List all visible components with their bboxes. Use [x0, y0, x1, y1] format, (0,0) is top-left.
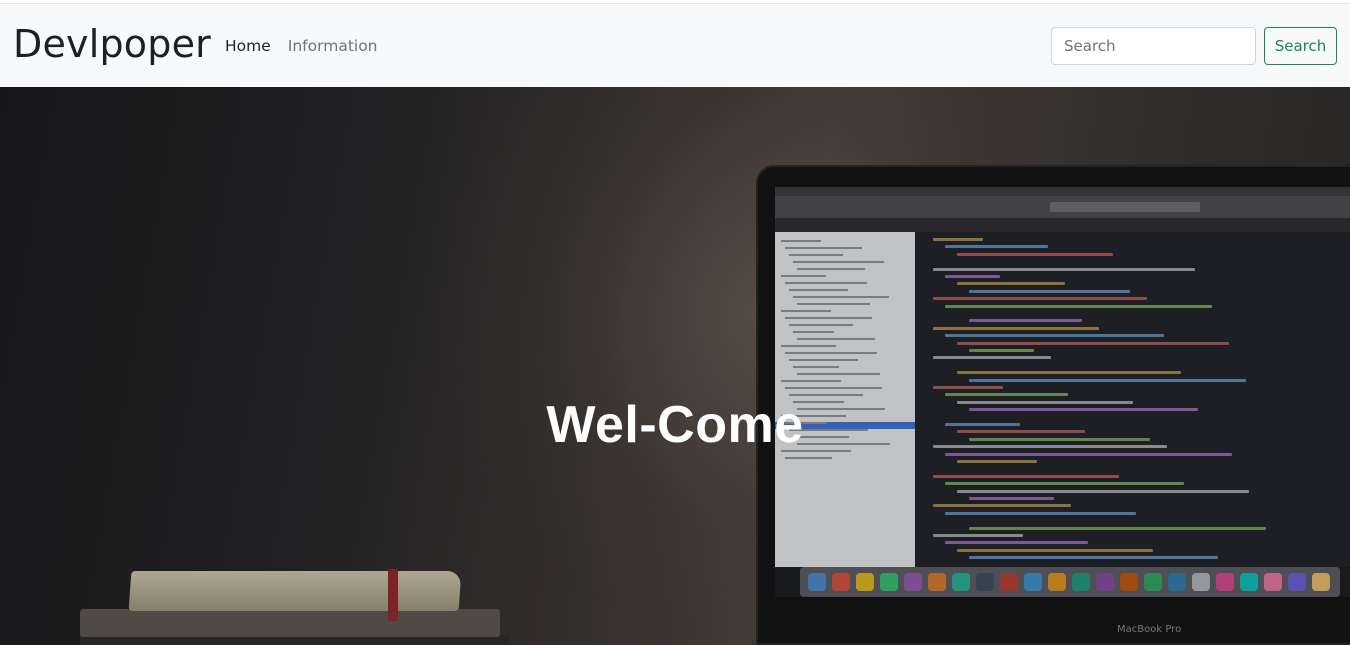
- brand-logo[interactable]: Devlpoper: [13, 22, 211, 66]
- search-input[interactable]: [1051, 27, 1256, 65]
- top-border: [0, 0, 1350, 4]
- nav-link-information[interactable]: Information: [288, 37, 378, 55]
- hero-overlay: [0, 87, 1350, 645]
- navbar: Devlpoper Home Information Search: [0, 5, 1350, 87]
- search-button[interactable]: Search: [1264, 27, 1337, 65]
- nav-link-home[interactable]: Home: [225, 37, 271, 55]
- nav-links: Home Information: [225, 37, 378, 55]
- hero-banner: MacBook Pro Wel-Come: [0, 87, 1350, 645]
- hero-title: Wel-Come: [546, 396, 804, 454]
